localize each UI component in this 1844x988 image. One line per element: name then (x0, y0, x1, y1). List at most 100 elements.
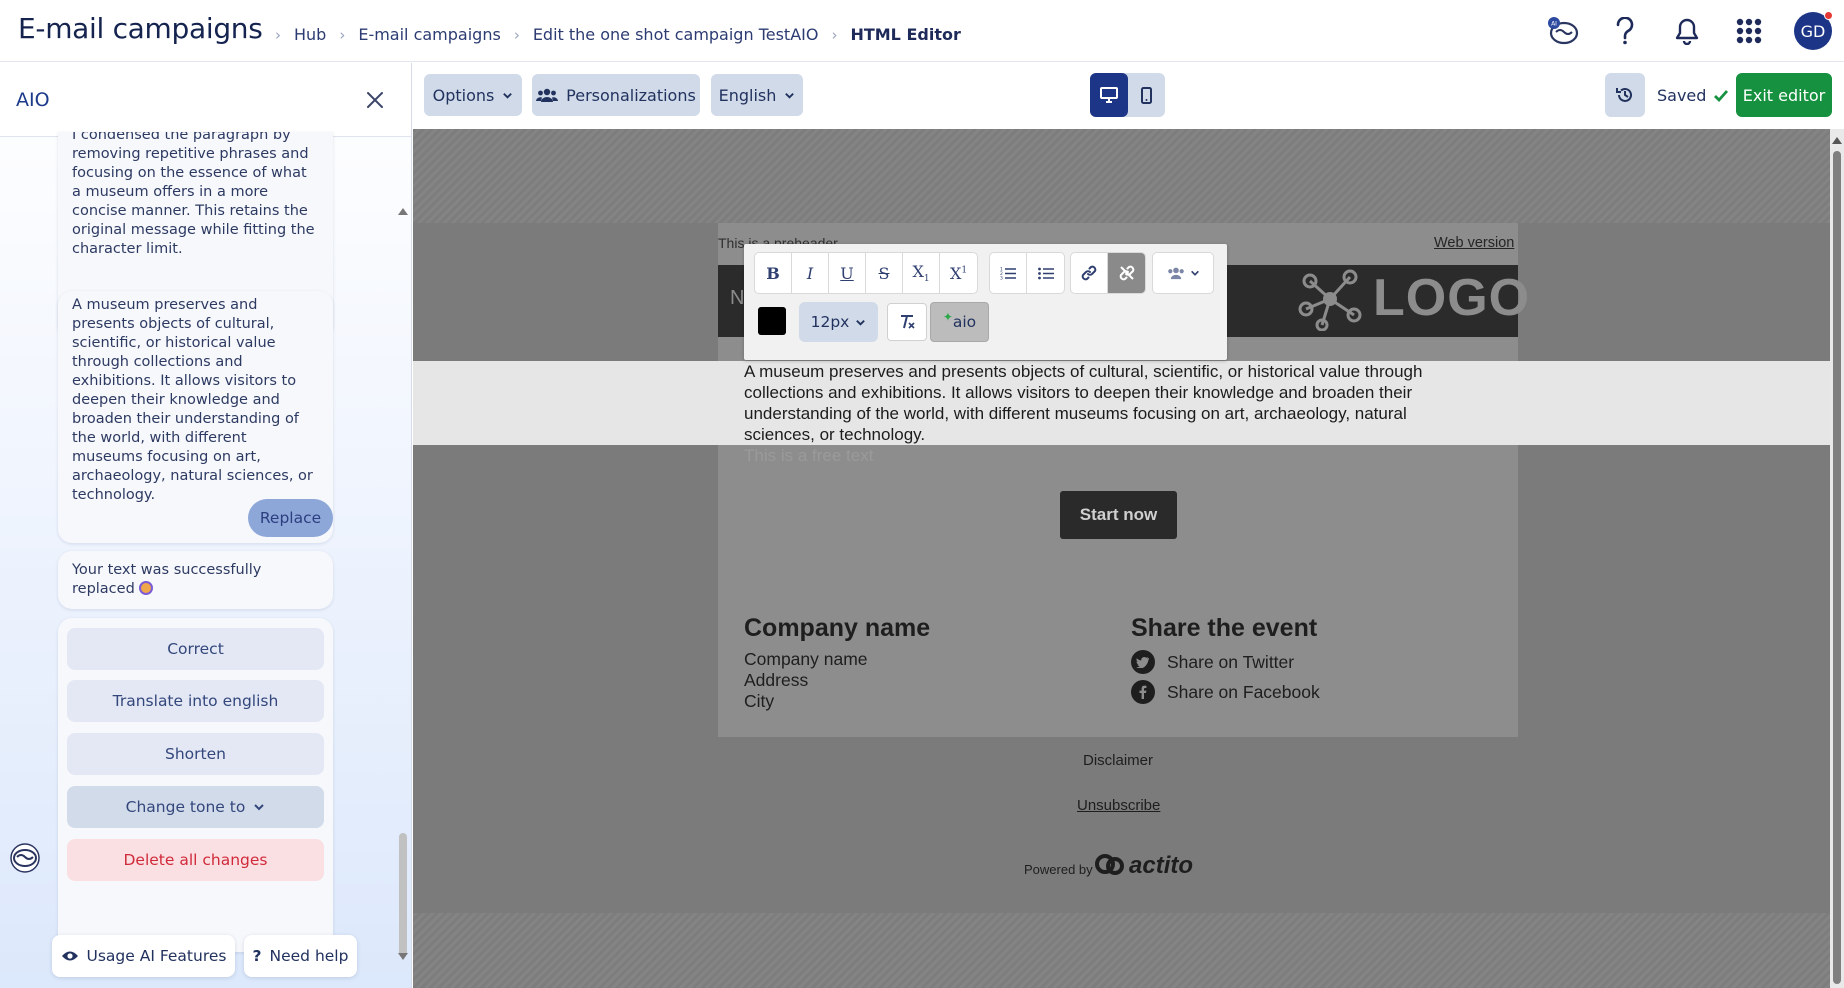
share-facebook-link[interactable]: Share on Facebook (1131, 680, 1320, 704)
help-icon[interactable] (1606, 12, 1644, 50)
font-size-value: 12px (810, 313, 850, 331)
change-tone-dropdown[interactable]: Change tone to (67, 786, 324, 828)
saved-label: Saved (1657, 86, 1707, 105)
personalizations-button[interactable]: Personalizations (532, 74, 700, 116)
email-body-text[interactable]: A museum preserves and presents objects … (744, 361, 1464, 445)
shorten-button[interactable]: Shorten (67, 733, 324, 775)
translate-button[interactable]: Translate into english (67, 680, 324, 722)
saved-status: Saved (1657, 86, 1729, 105)
bullet-list-button[interactable] (1027, 253, 1064, 293)
chevron-down-icon (785, 92, 795, 99)
canvas-scrollbar[interactable] (1830, 129, 1844, 988)
party-emoji-icon (139, 581, 154, 595)
users-icon (536, 88, 559, 102)
usage-ai-features-label: Usage AI Features (86, 947, 227, 965)
rich-text-toolbar: B I U S X1 X1 123 12px ✦ aio (744, 244, 1227, 360)
subscript-button[interactable]: X1 (903, 253, 940, 293)
address-line: Address (744, 670, 809, 690)
aio-button[interactable]: ✦ aio (930, 302, 989, 342)
bell-icon[interactable] (1668, 12, 1706, 50)
mobile-icon (1141, 86, 1152, 104)
change-tone-label: Change tone to (125, 798, 246, 816)
options-dropdown[interactable]: Options (424, 74, 522, 116)
share-heading[interactable]: Share the event (1131, 614, 1317, 643)
user-avatar[interactable]: GD (1794, 11, 1833, 50)
link-icon (1081, 265, 1097, 281)
desktop-view-button[interactable] (1090, 73, 1128, 117)
breadcrumb-separator: › (831, 25, 838, 44)
actito-brand: actito (1129, 852, 1194, 879)
scrollbar-thumb[interactable] (399, 833, 407, 957)
need-help-label: Need help (269, 947, 349, 965)
aio-sidebar: AIO I condensed the paragraph by removin… (0, 63, 412, 988)
logo-text: LOGO (1373, 269, 1531, 327)
company-heading[interactable]: Company name (744, 614, 930, 643)
text-color-swatch[interactable] (758, 307, 786, 335)
format-group: B I U S X1 X1 (754, 252, 978, 294)
scroll-up-icon[interactable] (1830, 134, 1844, 146)
unsubscribe-link[interactable]: Unsubscribe (1077, 797, 1160, 814)
aio-assistant-icon[interactable] (7, 842, 43, 874)
disclaimer-text[interactable]: Disclaimer (1083, 752, 1153, 769)
chevron-down-icon (254, 804, 265, 811)
city-line: City (744, 691, 775, 711)
ordered-list-button[interactable]: 123 (990, 253, 1027, 293)
check-icon (1714, 89, 1729, 102)
scrollbar-thumb[interactable] (1833, 151, 1841, 984)
breadcrumb-html-editor: HTML Editor (850, 25, 961, 44)
link-button[interactable] (1071, 253, 1108, 293)
replace-button[interactable]: Replace (248, 499, 333, 537)
aio-label: aio (952, 313, 977, 331)
exit-editor-button[interactable]: Exit editor (1736, 73, 1832, 117)
font-size-dropdown[interactable]: 12px (799, 302, 878, 342)
logo-network-icon (1296, 267, 1364, 332)
close-icon[interactable] (362, 87, 388, 113)
app-title: E-mail campaigns (18, 12, 263, 45)
start-now-button[interactable]: Start now (1060, 491, 1177, 539)
company-address[interactable]: Company name Address City (744, 649, 868, 712)
share-twitter-link[interactable]: Share on Twitter (1131, 650, 1294, 674)
status-message: Your text was successfully replaced (58, 551, 333, 609)
facebook-icon (1131, 680, 1155, 704)
web-version-link[interactable]: Web version (1434, 235, 1514, 251)
correct-button[interactable]: Correct (67, 628, 324, 670)
breadcrumb-separator: › (513, 25, 520, 44)
bullet-list-icon (1037, 267, 1054, 280)
chevron-down-icon (856, 319, 866, 326)
powered-by-label: Powered by (1024, 862, 1093, 877)
chevron-down-icon (1191, 270, 1199, 276)
breadcrumb: › Hub › E-mail campaigns › Edit the one … (262, 25, 961, 44)
superscript-button[interactable]: X1 (940, 253, 977, 293)
unlink-button[interactable] (1108, 253, 1145, 293)
breadcrumb-hub[interactable]: Hub (294, 25, 326, 44)
breadcrumb-email-campaigns[interactable]: E-mail campaigns (358, 25, 500, 44)
sidebar-scrollbar[interactable] (396, 139, 410, 965)
strikethrough-button[interactable]: S (866, 253, 903, 293)
personalization-insert-button[interactable] (1153, 253, 1213, 293)
scroll-up-icon[interactable] (396, 205, 410, 217)
underline-button[interactable]: U (829, 253, 866, 293)
history-icon (1616, 87, 1632, 102)
notification-dot (1824, 11, 1833, 20)
history-button[interactable] (1605, 73, 1645, 117)
need-help-button[interactable]: ? Need help (244, 935, 357, 977)
usage-ai-features-button[interactable]: Usage AI Features (52, 935, 235, 977)
link-group (1070, 252, 1146, 294)
aio-assistant-icon[interactable]: AI (1544, 12, 1582, 50)
clear-format-button[interactable] (887, 303, 927, 341)
language-dropdown[interactable]: English (711, 74, 803, 116)
apps-grid-icon[interactable] (1730, 12, 1768, 50)
unlink-icon (1119, 265, 1134, 281)
bold-button[interactable]: B (755, 253, 792, 293)
scroll-down-icon[interactable] (396, 951, 410, 963)
delete-all-changes-button[interactable]: Delete all changes (67, 839, 324, 881)
italic-button[interactable]: I (792, 253, 829, 293)
list-group: 123 (989, 252, 1065, 294)
twitter-icon (1131, 650, 1155, 674)
banner-letter: N (730, 287, 745, 309)
mobile-view-button[interactable] (1128, 73, 1165, 117)
svg-text:3: 3 (1000, 276, 1003, 281)
faded-text-line: This is a free text (744, 446, 874, 465)
sidebar-title: AIO (16, 89, 50, 111)
breadcrumb-edit-campaign[interactable]: Edit the one shot campaign TestAIO (533, 25, 819, 44)
